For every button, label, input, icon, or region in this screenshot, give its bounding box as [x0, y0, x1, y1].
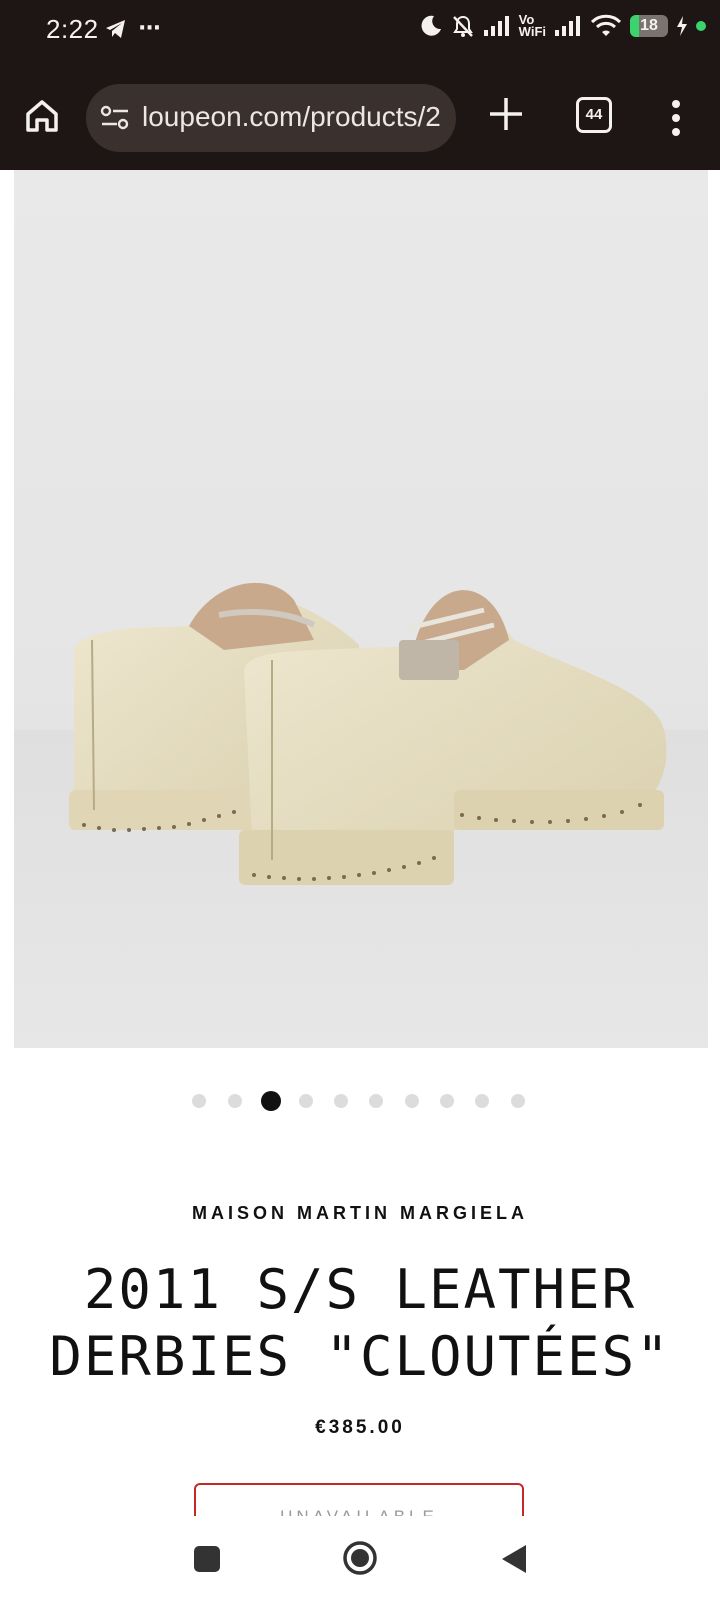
product-brand[interactable]: MAISON MARTIN MARGIELA: [0, 1203, 720, 1224]
telegram-icon: [106, 19, 125, 38]
status-right-icons: Vo WiFi 18: [419, 12, 706, 39]
battery-icon: 18: [630, 15, 668, 37]
shoes-illustration: [14, 582, 708, 1048]
carousel-dot[interactable]: [299, 1094, 313, 1108]
carousel-dot[interactable]: [511, 1094, 525, 1108]
do-not-disturb-icon: [421, 15, 441, 36]
carousel-dot[interactable]: [405, 1094, 419, 1108]
signal-icon: [483, 16, 509, 36]
plus-icon[interactable]: [486, 94, 526, 134]
product-title-line-2: DERBIES "CLOUTÉES": [49, 1325, 671, 1388]
status-time: 2:22: [46, 14, 99, 44]
home-circle-icon[interactable]: [342, 1540, 378, 1576]
home-icon[interactable]: [20, 94, 64, 138]
tabs-icon[interactable]: 44: [576, 97, 612, 133]
carousel-dot[interactable]: [334, 1094, 348, 1108]
carousel-dot[interactable]: [440, 1094, 454, 1108]
carousel-dot[interactable]: [192, 1094, 206, 1108]
status-left-icons: ···: [104, 16, 161, 41]
signal-icon: [555, 16, 580, 36]
url-text[interactable]: loupeon.com/products/2: [142, 101, 441, 133]
charging-indicator-dot: [696, 21, 706, 31]
product-image[interactable]: [14, 170, 708, 1048]
carousel-dot[interactable]: [475, 1094, 489, 1108]
bell-off-icon: [452, 15, 473, 37]
wifi-icon: [590, 14, 622, 36]
browser-toolbar: loupeon.com/products/2 44: [0, 82, 720, 154]
product-title: 2011 S/S LEATHER DERBIES "CLOUTÉES": [40, 1256, 680, 1390]
system-nav-bar: [0, 1516, 720, 1601]
more-vert-icon[interactable]: [664, 98, 688, 138]
site-settings-icon[interactable]: [100, 104, 130, 132]
carousel-dot-active[interactable]: [261, 1091, 281, 1111]
back-icon[interactable]: [500, 1543, 528, 1575]
product-price: €385.00: [315, 1417, 405, 1438]
vowifi-label: Vo WiFi: [518, 12, 546, 39]
carousel-dot[interactable]: [369, 1094, 383, 1108]
browser-chrome: 2:22 ··· Vo WiFi 18 loupeon.com/products…: [0, 0, 720, 170]
carousel-dots: [0, 1091, 720, 1111]
product-title-line-1: 2011 S/S LEATHER: [83, 1258, 637, 1321]
carousel-dot[interactable]: [228, 1094, 242, 1108]
address-bar[interactable]: loupeon.com/products/2: [86, 84, 456, 152]
recents-icon[interactable]: [194, 1546, 220, 1572]
charging-icon: [677, 16, 687, 36]
more-notifications-indicator: ···: [138, 16, 161, 41]
